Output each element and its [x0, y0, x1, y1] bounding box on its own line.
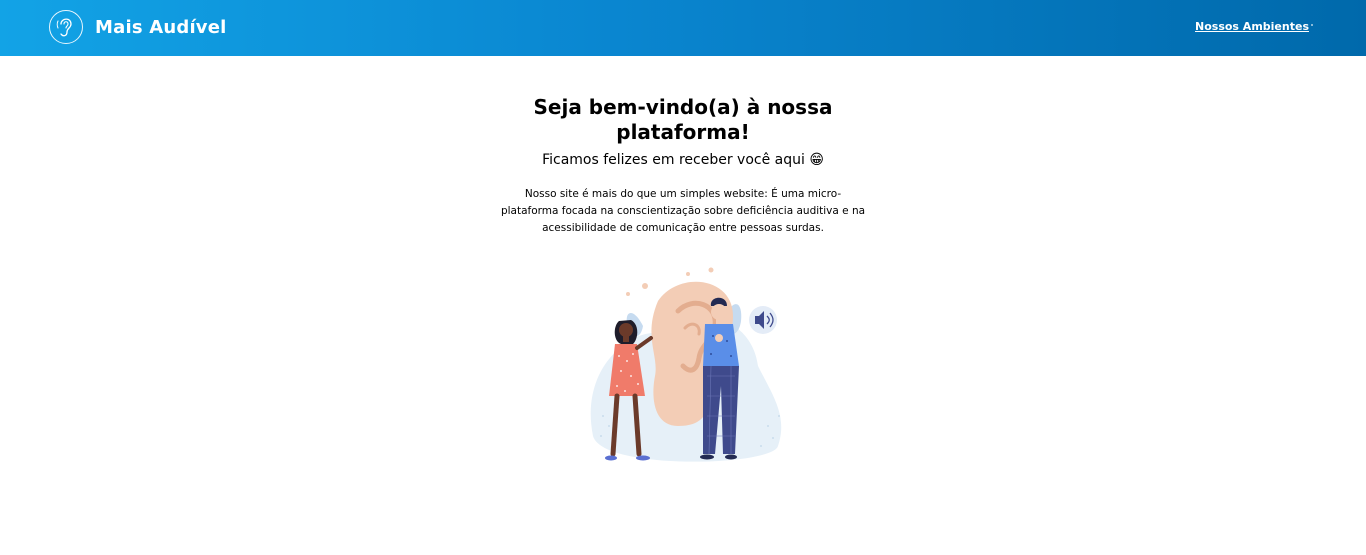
- nav-link-nossos-ambientes[interactable]: Nossos Ambientes: [1195, 20, 1309, 33]
- nav-dropdown-indicator: [1311, 24, 1313, 26]
- ear-icon: [49, 10, 83, 44]
- brand-name: Mais Audível: [95, 16, 227, 38]
- hero-illustration: [583, 266, 788, 466]
- speaker-icon: [749, 306, 777, 334]
- site-description: Nosso site é mais do que um simples webs…: [500, 188, 866, 234]
- page-title: Seja bem-vindo(a) à nossa plataforma!: [533, 95, 833, 144]
- top-navbar: Mais Audível Nossos Ambientes: [0, 0, 1366, 56]
- brand-link[interactable]: Mais Audível: [49, 8, 227, 46]
- main-content: Seja bem-vindo(a) à nossa plataforma! Fi…: [0, 56, 1366, 555]
- welcome-subtitle: Ficamos felizes em receber você aqui 😁: [542, 152, 824, 168]
